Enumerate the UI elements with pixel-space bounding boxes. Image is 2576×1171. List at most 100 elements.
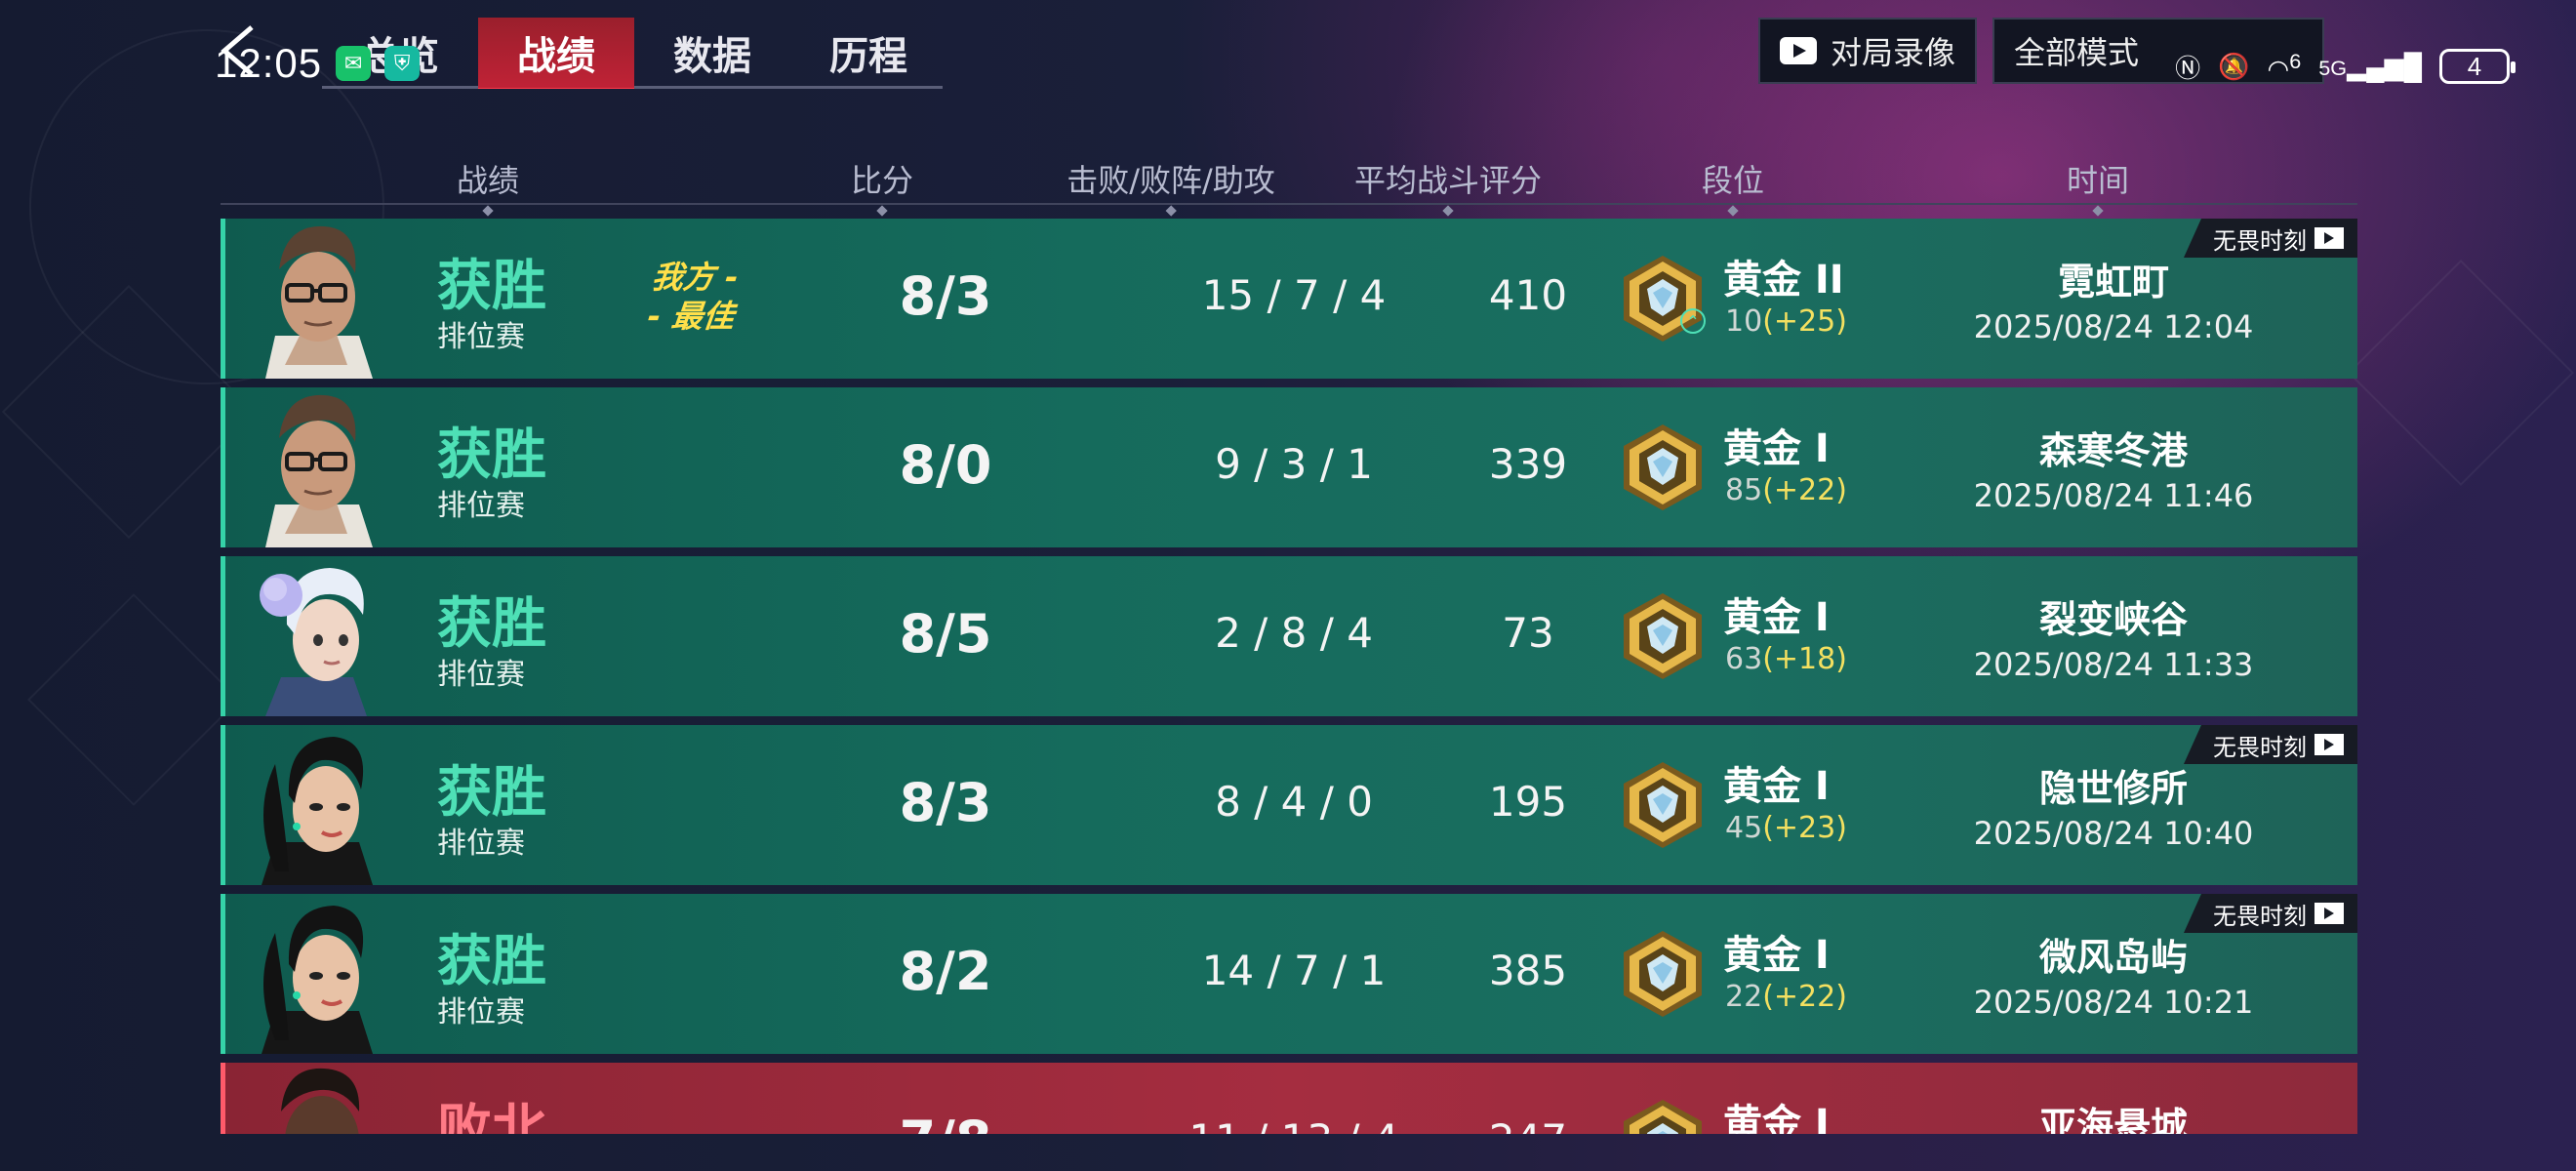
match-result: 败北	[437, 1099, 546, 1134]
rr-delta: (+23)	[1762, 811, 1847, 845]
queue-type: 排位赛	[437, 995, 525, 1030]
match-score: 8/0	[899, 434, 992, 496]
match-score: 8/3	[899, 265, 992, 327]
highlight-tag-label: 无畏时刻	[2213, 902, 2307, 930]
gold-rank-icon	[1616, 421, 1710, 514]
column-headers: 战绩 比分 击败/败阵/助攻 平均战斗评分 段位 时间	[221, 156, 2357, 205]
system-icons: Ⓝ 🔕 ◠6 5G▂▄▆█ 4	[2175, 39, 2516, 94]
header-record[interactable]: 战绩	[457, 156, 519, 201]
rr-value: 22	[1725, 980, 1763, 1014]
header-rank[interactable]: 段位	[1702, 156, 1764, 201]
highlight-moment-tag[interactable]: 无畏时刻	[2184, 219, 2357, 258]
gold-rank-icon	[1616, 1096, 1710, 1134]
mute-icon: 🔕	[2218, 51, 2250, 81]
header-kda[interactable]: 击败/败阵/助攻	[1067, 156, 1275, 201]
queue-type: 排位赛	[437, 320, 525, 354]
rank-name: 黄金 I	[1723, 426, 1830, 471]
queue-type: 排位赛	[437, 658, 525, 692]
highlight-tag-label: 无畏时刻	[2213, 226, 2307, 255]
header-divider	[221, 203, 2357, 205]
match-list[interactable]: 获胜 排位赛 我方 -- 最佳 8/3 15 / 7 / 4 410 ⌃ 黄金 II 10(+2…	[221, 219, 2357, 1134]
signal-icon: 5G▂▄▆█	[2318, 51, 2422, 81]
match-replay-label: 对局录像	[1830, 34, 1955, 71]
rr-delta: (+22)	[1762, 980, 1847, 1014]
tab-stats[interactable]: 数据	[634, 18, 790, 88]
rank-up-icon: ⌃	[1680, 308, 1706, 334]
match-result: 获胜	[437, 761, 546, 825]
match-datetime: 2025/08/24 11:46	[1973, 477, 2254, 514]
nfc-icon: Ⓝ	[2175, 53, 2201, 83]
film-icon	[2314, 903, 2344, 924]
bg-decoration	[27, 593, 240, 806]
match-result: 获胜	[437, 930, 546, 993]
highlight-moment-tag[interactable]: 无畏时刻	[2184, 725, 2357, 764]
agent-portrait	[246, 387, 388, 547]
team-mvp-badge: 我方 -- 最佳	[646, 258, 741, 336]
tab-match-history[interactable]: 战绩	[478, 18, 634, 88]
match-row[interactable]: 获胜 排位赛 我方 -- 最佳 8/3 15 / 7 / 4 410 ⌃ 黄金 II 10(+2…	[221, 219, 2357, 379]
queue-type: 排位赛	[437, 827, 525, 861]
map-name: 亚海悬城	[2038, 1105, 2188, 1134]
highlight-moment-tag[interactable]: 无畏时刻	[2184, 894, 2357, 933]
match-datetime: 2025/08/24 10:40	[1973, 815, 2254, 852]
match-score: 8/2	[899, 941, 992, 1002]
rank-points: 22(+22)	[1725, 980, 1847, 1014]
match-result: 获胜	[437, 592, 546, 656]
match-row[interactable]: 获胜 排位赛 8/0 9 / 3 / 1 339 黄金 I 85(+22) 森寒冬港 2025/…	[221, 387, 2357, 547]
rr-value: 45	[1725, 811, 1763, 845]
match-datetime: 2025/08/24 11:33	[1973, 646, 2254, 683]
rr-delta: (+18)	[1762, 642, 1847, 676]
wifi-label: 6	[2289, 48, 2302, 73]
match-datetime: 2025/08/24 10:21	[1973, 984, 2254, 1021]
rank-points: 85(+22)	[1725, 473, 1847, 507]
rr-value: 63	[1725, 642, 1763, 676]
match-replay-button[interactable]: 对局录像	[1758, 18, 1977, 84]
highlight-tag-label: 无畏时刻	[2213, 733, 2307, 761]
film-icon	[2314, 227, 2344, 249]
rr-value: 85	[1725, 473, 1763, 507]
header-score[interactable]: 比分	[851, 156, 913, 201]
agent-portrait	[246, 725, 388, 885]
gold-rank-icon	[1616, 927, 1710, 1021]
video-icon	[1779, 37, 1817, 64]
tab-career[interactable]: 历程	[790, 18, 946, 88]
map-name: 霓虹町	[2057, 261, 2169, 303]
queue-type: 排位赛	[437, 489, 525, 523]
header-time[interactable]: 时间	[2067, 156, 2129, 201]
mvp-line-2: - 最佳	[645, 298, 737, 335]
wechat-icon: ✉	[336, 46, 372, 81]
battery-icon: 4	[2439, 49, 2516, 84]
back-arrow-icon[interactable]	[219, 23, 258, 78]
map-name: 森寒冬港	[2038, 429, 2188, 472]
film-icon	[2314, 734, 2344, 755]
rr-delta: (+22)	[1762, 473, 1847, 507]
match-datetime: 2025/08/24 12:04	[1973, 308, 2254, 345]
map-name: 微风岛屿	[2038, 936, 2188, 979]
rank-points: 10(+25)	[1725, 304, 1847, 339]
rank-points: 45(+23)	[1725, 811, 1847, 845]
shield-app-icon: ⛨	[384, 46, 421, 81]
agent-portrait	[246, 1063, 388, 1134]
mvp-line-1: 我方 -	[650, 259, 741, 296]
match-row[interactable]: 败北7/811 / 13 / 4247黄金 I亚海悬城	[221, 1063, 2357, 1134]
header-acs[interactable]: 平均战斗评分	[1354, 156, 1542, 201]
gold-rank-icon	[1616, 758, 1710, 852]
rank-name: 黄金 I	[1723, 1102, 1830, 1134]
agent-portrait	[246, 219, 388, 379]
rank-name: 黄金 I	[1723, 933, 1830, 978]
rr-value: 10	[1725, 304, 1763, 339]
gold-rank-icon	[1616, 589, 1710, 683]
match-result: 获胜	[437, 255, 546, 318]
match-score: 8/3	[899, 772, 992, 833]
map-name: 隐世修所	[2038, 767, 2188, 810]
match-row[interactable]: 获胜 排位赛 8/3 8 / 4 / 0 195 黄金 I 45(+23) 隐世修所 2025/…	[221, 725, 2357, 885]
match-row[interactable]: 获胜 排位赛 8/2 14 / 7 / 1 385 黄金 I 22(+22) 微风岛屿 2025…	[221, 894, 2357, 1054]
match-score: 7/8	[882, 1110, 1009, 1134]
rank-name: 黄金 I	[1723, 764, 1830, 809]
match-row[interactable]: 获胜 排位赛 8/5 2 / 8 / 4 73 黄金 I 63(+18) 裂变峡谷 2025/0…	[221, 556, 2357, 716]
match-result: 获胜	[437, 424, 546, 487]
mode-filter-value: 全部模式	[2014, 34, 2140, 71]
bg-decoration	[2348, 260, 2574, 486]
rank-name: 黄金 II	[1723, 258, 1844, 303]
match-score: 8/5	[899, 603, 992, 665]
